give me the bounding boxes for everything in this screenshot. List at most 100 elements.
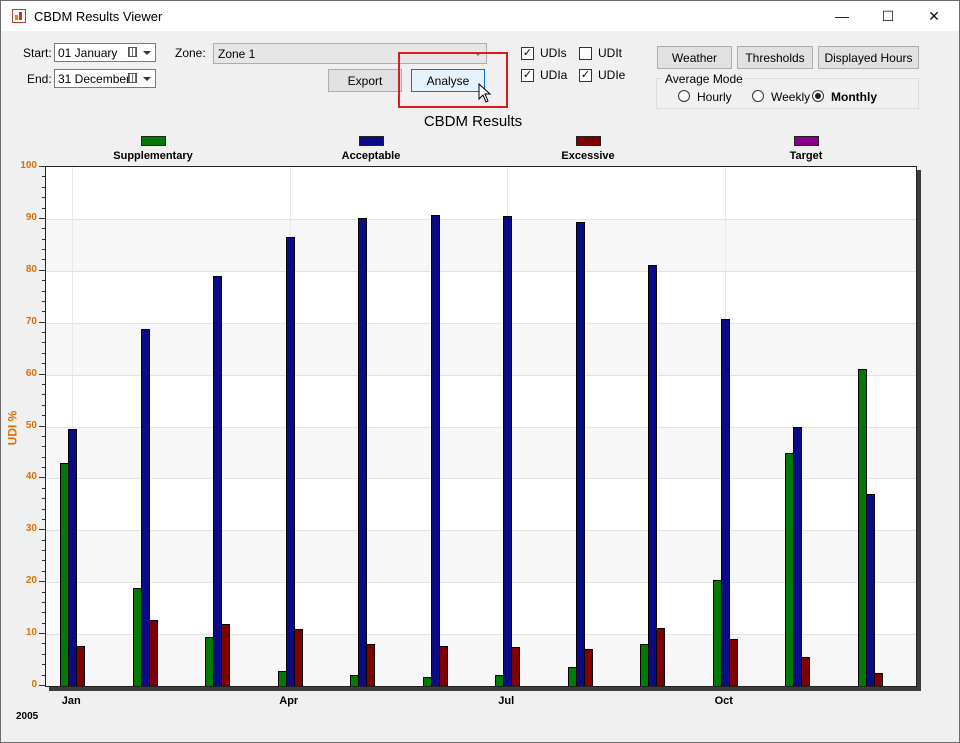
y-tick-label: 90 [25,211,37,223]
hourly-label: Hourly [697,90,732,104]
y-minor-tick [42,622,45,624]
y-minor-tick [42,446,45,448]
y-minor-tick [42,300,45,302]
bar-acceptable-dec [865,494,875,686]
y-minor-tick [42,383,45,385]
legend-swatch [576,136,601,146]
hourly-radio[interactable] [678,90,690,102]
calendar-icon [128,47,137,57]
chart-title: CBDM Results [423,113,523,130]
y-minor-tick [42,228,45,230]
grid-band [46,218,916,271]
x-tick-label: Apr [279,695,299,707]
udie-label: UDIe [598,68,626,82]
x-tick-label: Jan [61,695,81,707]
y-minor-tick [42,238,45,240]
export-button[interactable]: Export [328,69,402,92]
window-title: CBDM Results Viewer [34,9,163,24]
start-date-value: 01 January [58,46,118,60]
bar-acceptable-jul [503,215,513,686]
app-chart-icon [12,9,26,23]
start-date-picker[interactable]: 01 January [54,43,156,62]
bar-excessive-oct [728,638,738,686]
bar-excessive-may [366,644,376,686]
zone-label: Zone: [175,46,206,60]
y-minor-tick [42,664,45,666]
weather-button[interactable]: Weather [657,46,732,69]
y-tick [39,373,45,375]
y-tick-label: 20 [25,575,37,587]
checkmark-icon: ✓ [522,47,533,59]
chevron-down-icon [143,77,151,81]
y-tick [39,321,45,323]
legend-swatch [359,136,384,146]
x-tick-label: Oct [714,695,733,707]
y-tick [39,269,45,271]
gridline [46,218,916,220]
close-button[interactable]: ✕ [911,1,957,31]
end-date-picker[interactable]: 31 December [54,69,156,88]
bar-excessive-jun [438,646,448,686]
y-minor-tick [42,508,45,510]
y-minor-tick [42,643,45,645]
bar-excessive-apr [293,628,303,686]
y-minor-tick [42,290,45,292]
y-tick [39,529,45,531]
thresholds-button-label: Thresholds [745,50,805,65]
legend-label: Target [789,150,823,162]
title-bar[interactable]: CBDM Results Viewer — ☐ ✕ [1,1,959,31]
y-minor-tick [42,456,45,458]
y-tick [39,217,45,219]
y-minor-tick [42,415,45,417]
chevron-down-icon [143,51,151,55]
udit-checkbox[interactable] [579,47,592,60]
y-minor-tick [42,653,45,655]
legend-swatch [794,136,819,146]
minimize-icon: — [835,8,849,24]
y-tick-label: 80 [25,263,37,275]
udie-checkbox[interactable]: ✓ [579,69,592,82]
y-tick-label: 100 [20,160,37,171]
bar-acceptable-sep [648,264,658,686]
main-window: CBDM Results Viewer — ☐ ✕ Start: 01 Janu… [0,0,960,743]
bar-acceptable-may [358,217,368,686]
y-minor-tick [42,560,45,562]
thresholds-button[interactable]: Thresholds [737,46,813,69]
y-tick-label: 70 [25,315,37,327]
weekly-radio[interactable] [752,90,764,102]
start-label: Start: [23,46,52,60]
y-minor-tick [42,207,45,209]
y-minor-tick [42,280,45,282]
gridline [46,374,916,376]
legend-label: Acceptable [341,150,401,162]
y-minor-tick [42,363,45,365]
y-tick [39,581,45,583]
displayed-hours-button[interactable]: Displayed Hours [818,46,919,69]
udit-label: UDIt [598,46,622,60]
y-tick [39,166,45,167]
minimize-button[interactable]: — [819,1,865,31]
y-minor-tick [42,342,45,344]
legend-label: Supplementary [113,150,193,162]
bar-acceptable-aug [575,222,585,686]
y-tick [39,425,45,427]
y-tick-label: 60 [25,367,37,379]
y-minor-tick [42,394,45,396]
calendar-icon [128,73,137,83]
y-minor-tick [42,259,45,261]
gridline [46,270,916,272]
y-minor-tick [42,498,45,500]
y-tick-label: 30 [25,523,37,535]
grid-band [46,322,916,375]
maximize-button[interactable]: ☐ [865,1,911,31]
udia-label: UDIa [540,68,568,82]
monthly-radio[interactable] [812,90,824,102]
plot-area [45,166,917,687]
end-date-value: 31 December [58,72,131,86]
average-mode-label: Average Mode [663,72,745,86]
y-minor-tick [42,435,45,437]
bar-acceptable-nov [793,426,803,686]
udis-checkbox[interactable]: ✓ [521,47,534,60]
bar-acceptable-jun [430,214,440,686]
udia-checkbox[interactable]: ✓ [521,69,534,82]
